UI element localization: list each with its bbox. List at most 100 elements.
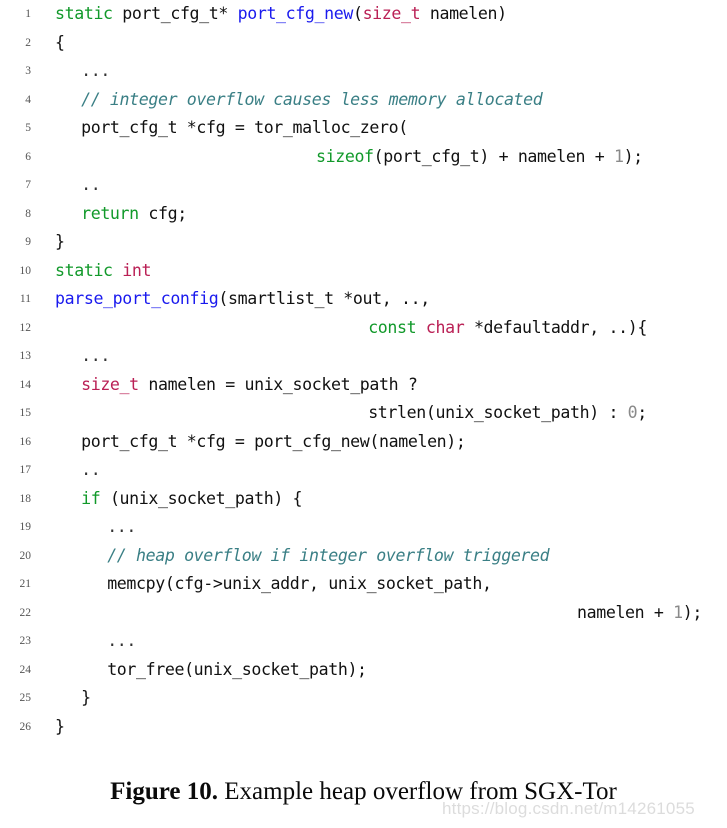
code-token-plain: } bbox=[55, 232, 65, 251]
code-line-content: ... bbox=[81, 342, 110, 371]
code-token-plain: namelen) bbox=[420, 4, 507, 23]
code-line: 25} bbox=[0, 684, 727, 713]
code-token-plain: port_cfg_t *cfg = port_cfg_new(namelen); bbox=[81, 431, 466, 451]
code-token-dots: ... bbox=[107, 517, 137, 536]
code-line: 20 // heap overflow if integer overflow t… bbox=[0, 542, 727, 571]
code-line: 3... bbox=[0, 57, 727, 86]
code-line: 17.. bbox=[0, 456, 727, 485]
line-number: 8 bbox=[25, 207, 31, 220]
code-token-dots: .. bbox=[81, 460, 101, 479]
code-line: 12 const char *defaultaddr, ..){ bbox=[0, 314, 727, 343]
code-token-num: 0 bbox=[627, 403, 638, 422]
code-line: 14 size_t namelen = unix_socket_path ? bbox=[0, 371, 727, 400]
code-line-content: ... bbox=[81, 57, 110, 86]
line-number: 7 bbox=[25, 179, 31, 191]
line-number: 24 bbox=[19, 663, 32, 676]
code-token-plain: } bbox=[55, 716, 65, 736]
code-line: 16 port_cfg_t *cfg = port_cfg_new(namelen… bbox=[0, 428, 727, 457]
code-token-type: size_t bbox=[81, 374, 139, 394]
code-token-plain: *defaultaddr, ..){ bbox=[464, 317, 647, 337]
code-line-content: static int bbox=[55, 257, 152, 286]
code-token-num: 1 bbox=[613, 146, 624, 166]
code-token-kw: static bbox=[55, 4, 113, 23]
code-line-content: port_cfg_t *cfg = tor_malloc_zero( bbox=[81, 114, 408, 143]
code-line: 11 parse_port_config(smartlist_t *out, ..… bbox=[0, 285, 727, 314]
code-line-content: size_t namelen = unix_socket_path ? bbox=[81, 371, 418, 400]
code-token-kw: sizeof bbox=[316, 146, 374, 166]
code-line-content: // heap overflow if integer overflow tri… bbox=[107, 542, 549, 571]
code-line: 7.. bbox=[0, 171, 727, 200]
code-line-content: ... bbox=[107, 627, 136, 656]
code-token-kw: static bbox=[55, 260, 113, 280]
code-token-type: int bbox=[122, 260, 152, 280]
code-token-cmt: // integer overflow causes less memory a… bbox=[81, 89, 543, 109]
line-number: 13 bbox=[19, 350, 32, 362]
code-line: 1 static port_cfg_t* port_cfg_new(size_t … bbox=[0, 0, 727, 29]
line-number: 1 bbox=[25, 8, 31, 20]
code-line-content: } bbox=[55, 713, 65, 742]
line-number: 23 bbox=[19, 635, 32, 647]
figure-container: 1 static port_cfg_t* port_cfg_new(size_t … bbox=[0, 0, 727, 828]
code-line-content: strlen(unix_socket_path) : 0; bbox=[368, 399, 647, 428]
code-token-plain: namelen + bbox=[577, 602, 674, 622]
code-line: 6 sizeof(port_cfg_t) + namelen + 1); bbox=[0, 143, 727, 172]
code-token-plain: (unix_socket_path) { bbox=[100, 488, 303, 508]
code-line: 15 strlen(unix_socket_path) : 0; bbox=[0, 399, 727, 428]
line-number: 5 bbox=[25, 122, 31, 134]
line-number: 12 bbox=[19, 321, 32, 334]
code-token-plain: { bbox=[55, 32, 65, 52]
code-line-content: namelen + 1); bbox=[577, 599, 702, 628]
code-line: 5 port_cfg_t *cfg = tor_malloc_zero( bbox=[0, 114, 727, 143]
code-token-num: 1 bbox=[673, 602, 683, 622]
code-line: 18 if (unix_socket_path) { bbox=[0, 485, 727, 514]
code-line: 10 static int bbox=[0, 257, 727, 286]
code-token-plain: ); bbox=[682, 602, 703, 622]
line-number: 25 bbox=[19, 692, 32, 704]
code-line: 21 memcpy(cfg->unix_addr, unix_socket_pat… bbox=[0, 570, 727, 599]
line-number: 15 bbox=[19, 407, 32, 419]
line-number: 6 bbox=[25, 150, 31, 163]
code-token-plain: port_cfg_t* bbox=[112, 4, 238, 23]
code-token-fn: port_cfg_new bbox=[237, 4, 354, 23]
line-number: 17 bbox=[19, 464, 32, 476]
line-number: 9 bbox=[25, 236, 31, 248]
code-line-content: } bbox=[81, 684, 91, 713]
code-line-content: ... bbox=[107, 513, 136, 542]
code-token-plain: namelen = unix_socket_path ? bbox=[138, 374, 418, 394]
code-line-content: sizeof(port_cfg_t) + namelen + 1); bbox=[316, 143, 643, 172]
code-line-content: } bbox=[55, 228, 65, 257]
code-token-plain: (smartlist_t *out, .., bbox=[218, 289, 430, 308]
code-line: 19... bbox=[0, 513, 727, 542]
code-token-plain: ); bbox=[623, 146, 644, 166]
code-line-content: return cfg; bbox=[81, 200, 187, 229]
code-line-content: port_cfg_t *cfg = port_cfg_new(namelen); bbox=[81, 428, 466, 457]
figure-caption: Figure 10. Example heap overflow from SG… bbox=[0, 778, 727, 806]
code-token-plain: memcpy(cfg->unix_addr, unix_socket_path, bbox=[107, 574, 492, 593]
code-token-dots: ... bbox=[81, 346, 110, 365]
line-number: 4 bbox=[25, 93, 31, 106]
code-line-content: // integer overflow causes less memory a… bbox=[81, 86, 543, 115]
code-token-fn: parse_port_config bbox=[55, 289, 219, 308]
figure-caption-text: Example heap overflow from SGX-Tor bbox=[218, 778, 617, 805]
line-number: 19 bbox=[19, 521, 32, 533]
code-line: 26} bbox=[0, 713, 727, 742]
code-line-content: tor_free(unix_socket_path); bbox=[107, 656, 367, 685]
code-token-plain: cfg; bbox=[138, 203, 187, 223]
code-line: 8 return cfg; bbox=[0, 200, 727, 229]
code-line-content: if (unix_socket_path) { bbox=[81, 485, 302, 514]
line-number: 22 bbox=[19, 606, 32, 619]
line-number: 14 bbox=[19, 378, 32, 391]
code-token-kw: const bbox=[368, 317, 417, 337]
line-number: 11 bbox=[19, 293, 31, 305]
code-token-plain: } bbox=[81, 688, 91, 707]
code-token-plain: ; bbox=[637, 403, 647, 422]
line-number: 3 bbox=[25, 65, 31, 77]
code-line-content: memcpy(cfg->unix_addr, unix_socket_path, bbox=[107, 570, 492, 599]
code-line-content: const char *defaultaddr, ..){ bbox=[368, 314, 647, 343]
code-line: 9} bbox=[0, 228, 727, 257]
code-token-plain: strlen(unix_socket_path) : bbox=[368, 403, 628, 422]
code-token-plain: port_cfg_t *cfg = tor_malloc_zero( bbox=[81, 118, 408, 137]
line-number: 18 bbox=[19, 492, 32, 505]
code-line: 22 namelen + 1); bbox=[0, 599, 727, 628]
